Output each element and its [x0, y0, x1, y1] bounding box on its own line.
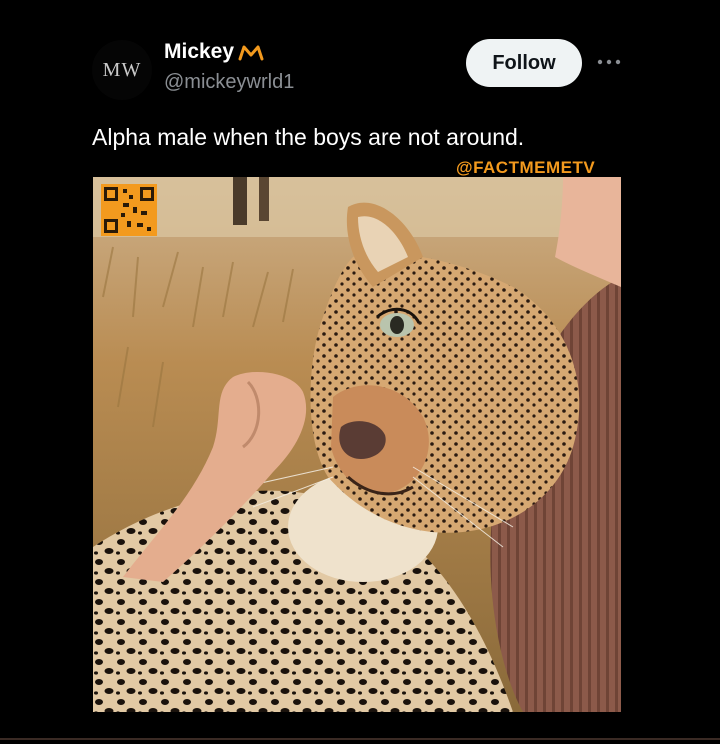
- avatar[interactable]: MW: [92, 40, 152, 100]
- follow-button[interactable]: Follow: [466, 39, 582, 87]
- tweet-text: Alpha male when the boys are not around.: [92, 124, 525, 150]
- divider: [0, 738, 720, 740]
- display-name[interactable]: Mickey: [164, 40, 234, 64]
- leopard-photo: [93, 177, 621, 712]
- display-name-row: Mickey: [164, 40, 264, 64]
- user-handle[interactable]: @mickeywrld1: [164, 71, 294, 94]
- avatar-monogram: MW: [102, 58, 142, 81]
- more-icon[interactable]: [596, 54, 622, 70]
- media-watermark: @FACTMEMETV: [456, 158, 596, 177]
- tweet-media-image[interactable]: [93, 177, 621, 712]
- crown-icon: [238, 45, 264, 61]
- qr-code-icon: [101, 184, 157, 236]
